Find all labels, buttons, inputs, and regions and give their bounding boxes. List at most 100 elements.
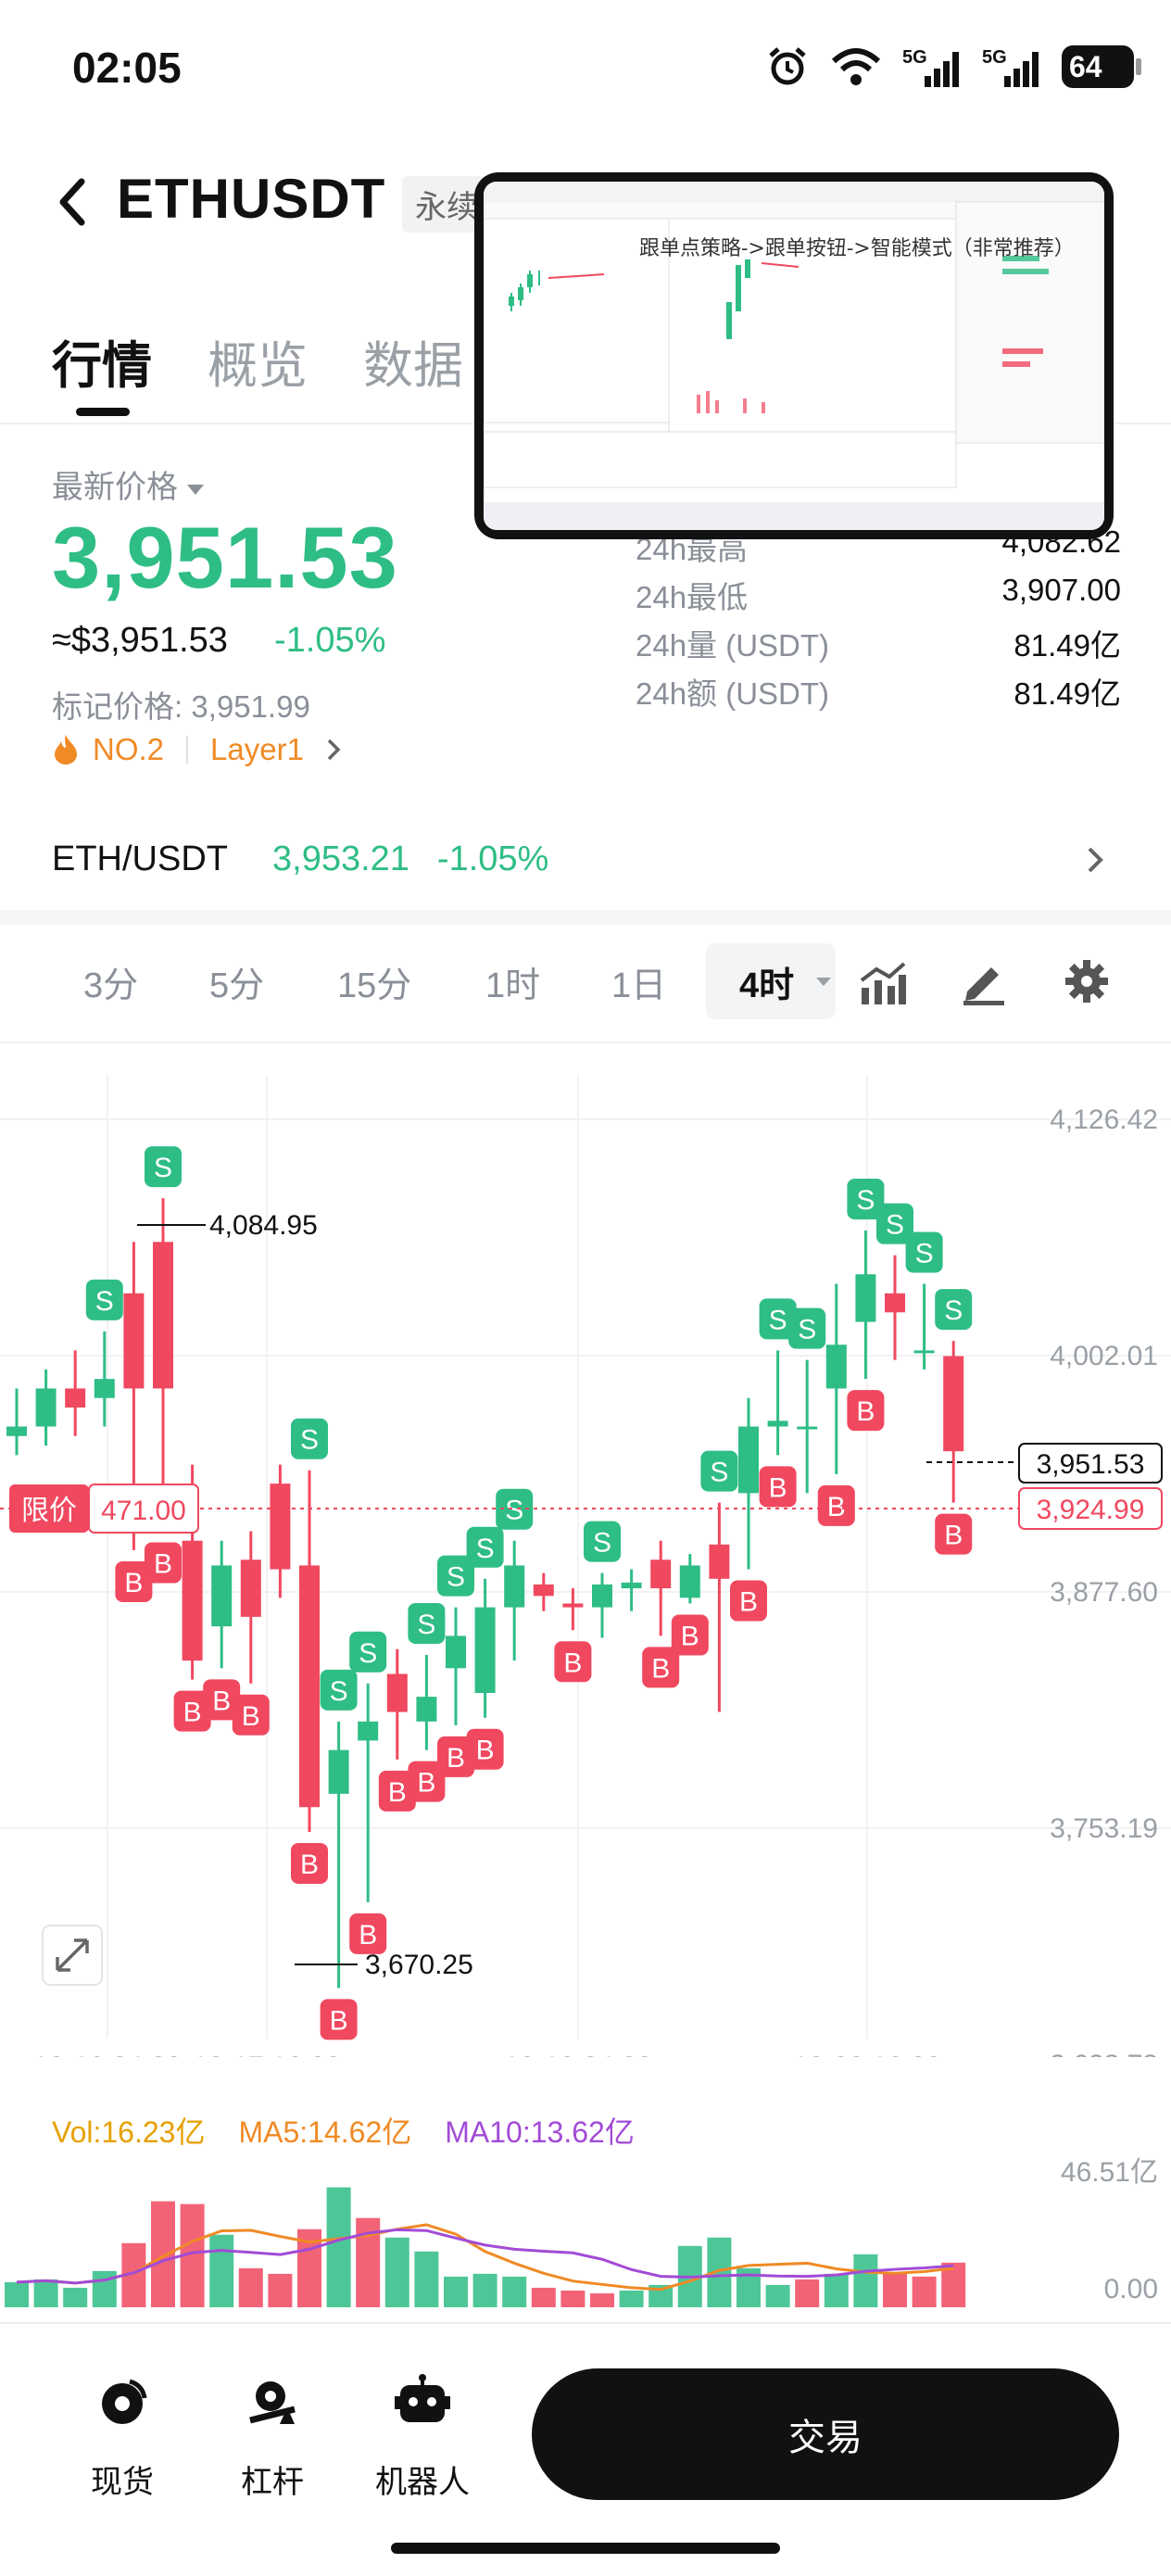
robot-icon	[395, 2374, 450, 2422]
volume-axis-max: 46.51亿	[1061, 2157, 1158, 2188]
volume-bar	[795, 2279, 820, 2307]
fire-icon	[55, 735, 77, 764]
caret-down-icon	[816, 978, 831, 986]
stat-key: 24h最低	[636, 580, 749, 614]
indicator-icon[interactable]	[858, 960, 908, 1006]
margin-icon	[249, 2381, 296, 2424]
tab-underline	[76, 408, 130, 416]
volume-bar	[151, 2201, 175, 2307]
volume-bar	[765, 2284, 790, 2307]
timeframe-1d[interactable]: 1日	[611, 956, 666, 1007]
stat-key: 24h额 (USDT)	[636, 676, 830, 711]
spot-icon	[102, 2379, 147, 2424]
stat-value: 3,907.00	[1001, 573, 1121, 607]
signal-5g-icon-2: 5G	[982, 47, 1039, 87]
rank-separator	[186, 736, 189, 764]
volume-bar	[326, 2187, 351, 2307]
spot-price: 3,953.21	[272, 840, 409, 878]
trade-button[interactable]: 交易	[532, 2368, 1119, 2500]
nav-margin-label: 杠杆	[241, 2465, 304, 2500]
volume-bar	[590, 2292, 614, 2307]
price-usd: ≈$3,951.53	[52, 621, 228, 660]
volume-bar	[824, 2273, 849, 2307]
rank-row[interactable]: NO.2 Layer1	[52, 732, 343, 767]
pip-video-content: 跟单点策略->跟单按钮->智能模式（非常推荐）	[484, 182, 1104, 530]
timeframe-5m[interactable]: 5分	[209, 956, 264, 1007]
volume-bar	[853, 2254, 878, 2307]
volume-bar	[883, 2273, 907, 2307]
volume-bar	[912, 2276, 937, 2307]
last-price: 3,951.53	[52, 509, 398, 606]
price-change: -1.05%	[274, 621, 386, 660]
nav-spot[interactable]: 现货	[67, 2372, 178, 2502]
caret-down-icon	[187, 484, 204, 495]
last-price-label[interactable]: 最新价格	[52, 461, 204, 507]
nav-spot-label: 现货	[91, 2465, 154, 2500]
volume-bar	[33, 2279, 58, 2307]
spot-change: -1.05%	[436, 840, 549, 878]
volume-bar	[5, 2281, 29, 2307]
volume-bar	[414, 2251, 439, 2307]
stat-row: 24h量 (USDT) 81.49亿	[636, 621, 1121, 669]
tab-data[interactable]: 数据	[363, 324, 463, 398]
volume-axis-min: 0.00	[1104, 2274, 1158, 2305]
nav-robot[interactable]: 机器人	[367, 2372, 478, 2502]
volume-bar	[560, 2290, 586, 2307]
timeframe-3m[interactable]: 3分	[83, 956, 138, 1007]
timeframe-4h[interactable]: 4时	[739, 956, 794, 1007]
volume-legend-vol: Vol:16.23亿	[52, 2115, 206, 2149]
volume-bar	[238, 2267, 263, 2307]
volume-legend-ma5: MA5:14.62亿	[238, 2115, 412, 2149]
volume-bar	[384, 2237, 409, 2307]
nav-margin[interactable]: 杠杆	[217, 2372, 328, 2502]
tab-bar: 行情 概览 数据	[52, 324, 463, 398]
battery-level: 64	[1069, 49, 1102, 83]
spot-pair: ETH/USDT	[52, 840, 228, 878]
status-icons: 5G 5G 64	[765, 44, 1141, 89]
sector-label: Layer1	[210, 732, 304, 766]
pip-caption: 跟单点策略->跟单按钮->智能模式（非常推荐）	[639, 237, 1075, 260]
volume-bar	[472, 2273, 497, 2307]
network-label: 5G	[902, 47, 927, 68]
status-time: 02:05	[72, 44, 182, 92]
stat-row: 24h额 (USDT) 81.49亿	[636, 669, 1121, 717]
low-annotation: 3,670.25	[295, 1950, 473, 1980]
battery-icon: 64	[1062, 45, 1141, 88]
rank-label: NO.2	[93, 732, 165, 766]
home-indicator	[391, 2543, 780, 2554]
nav-robot-label: 机器人	[375, 2465, 470, 2500]
chevron-right-icon	[1088, 847, 1103, 873]
pip-video-overlay[interactable]: 跟单点策略->跟单按钮->智能模式（非常推荐）	[474, 172, 1114, 539]
tab-overview[interactable]: 概览	[208, 324, 308, 398]
volume-bars	[5, 2187, 966, 2307]
stat-key: 24h量 (USDT)	[636, 628, 830, 663]
timeframe-bar: 3分 5分 15分 1时 1日 4时	[0, 936, 1171, 1029]
volume-legend: Vol:16.23亿 MA5:14.62亿 MA10:13.62亿	[52, 2109, 635, 2152]
mark-price: 标记价格: 3,951.99	[52, 689, 310, 724]
timeframe-15m[interactable]: 15分	[337, 956, 411, 1007]
volume-bar	[92, 2270, 117, 2307]
volume-bar	[268, 2273, 293, 2307]
stat-row: 24h最低 3,907.00	[636, 573, 1121, 621]
draw-pen-icon[interactable]	[960, 958, 1008, 1006]
tab-market[interactable]: 行情	[52, 324, 152, 398]
low-price-label: 3,670.25	[365, 1950, 473, 1980]
volume-bar	[531, 2287, 556, 2307]
divider	[0, 1042, 1171, 1043]
wifi-icon	[831, 48, 881, 85]
network-label-2: 5G	[982, 47, 1007, 68]
alarm-icon	[769, 47, 806, 85]
volume-bar	[619, 2290, 644, 2307]
stat-value: 81.49亿	[1014, 676, 1121, 711]
stat-value: 81.49亿	[1014, 628, 1121, 663]
stats-panel: 24h最高 4,082.62 24h最低 3,907.00 24h量 (USDT) 8…	[636, 524, 1121, 717]
spot-pair-row[interactable]: ETH/USDT 3,953.21 -1.05%	[52, 840, 1117, 879]
bottom-divider	[0, 2322, 1171, 2324]
volume-bar	[444, 2276, 468, 2307]
section-divider	[0, 910, 1171, 925]
chevron-right-icon	[327, 739, 341, 761]
settings-gear-icon[interactable]	[1064, 958, 1110, 1004]
back-arrow-icon[interactable]	[54, 174, 91, 230]
volume-chart: 46.51亿 0.00	[5, 2157, 1158, 2307]
timeframe-1h[interactable]: 1时	[485, 956, 540, 1007]
